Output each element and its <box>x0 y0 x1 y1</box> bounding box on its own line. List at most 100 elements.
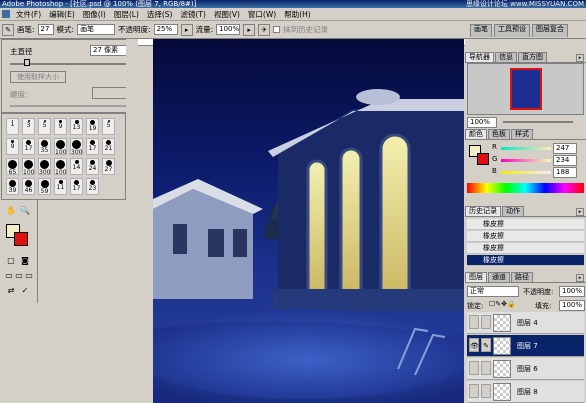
red-field[interactable]: 247 <box>553 143 577 154</box>
brush-preset[interactable]: 23 <box>86 178 99 195</box>
screen-mode-standard-icon[interactable]: ▭ <box>4 271 14 281</box>
brush-preset[interactable]: 59 <box>38 178 51 195</box>
brush-preset[interactable]: 9 <box>6 138 19 155</box>
brush-preset[interactable]: 1 <box>6 118 19 135</box>
menu-image[interactable]: 图像(I) <box>79 8 110 21</box>
jump-to-imageready-icon[interactable]: ⇄ <box>6 286 16 296</box>
menu-file[interactable]: 文件(F) <box>12 8 45 21</box>
red-slider[interactable] <box>501 147 551 150</box>
tab-actions[interactable]: 动作 <box>502 206 524 216</box>
brush-preset[interactable]: 300 <box>38 158 51 176</box>
flow-field[interactable]: 100% <box>216 24 241 35</box>
eraser-tool-icon[interactable]: ✎ <box>2 23 14 36</box>
brush-preset[interactable]: 14 <box>70 158 83 175</box>
blue-slider[interactable] <box>501 171 551 174</box>
layer-row[interactable]: 图层 8 <box>467 381 584 403</box>
layer-visibility-toggle[interactable] <box>469 361 479 375</box>
navigator-menu-icon[interactable]: ▸ <box>576 54 584 62</box>
screen-mode-full-icon[interactable]: ▭ <box>24 271 34 281</box>
brush-size-picker[interactable]: 27 <box>37 24 54 35</box>
menu-window[interactable]: 窗口(W) <box>244 8 280 21</box>
tab-swatches[interactable]: 色板 <box>488 129 510 139</box>
navigator-preview-area[interactable] <box>467 63 584 115</box>
layers-menu-icon[interactable]: ▸ <box>576 274 584 282</box>
history-item[interactable]: 橡皮擦 <box>467 231 584 242</box>
brush-preset[interactable]: 5 <box>38 118 51 135</box>
tab-histogram[interactable]: 直方图 <box>518 52 547 62</box>
brush-preset[interactable]: 100 <box>22 158 35 176</box>
navigator-thumbnail[interactable] <box>510 68 542 110</box>
brush-preset[interactable]: 300 <box>70 138 83 156</box>
brush-preset[interactable]: 46 <box>22 178 35 195</box>
layer-row[interactable]: 图层 4 <box>467 312 584 334</box>
brush-preset[interactable]: 9 <box>54 118 67 135</box>
brush-preset[interactable]: 3 <box>22 118 35 135</box>
menu-help[interactable]: 帮助(H) <box>280 8 315 21</box>
tab-info[interactable]: 信息 <box>495 52 517 62</box>
green-field[interactable]: 234 <box>553 155 577 166</box>
brush-preset[interactable]: 13 <box>70 118 83 135</box>
tab-tool-presets[interactable]: 工具预设 <box>494 24 530 37</box>
navigator-zoom-slider[interactable] <box>503 121 573 123</box>
check-icon[interactable]: ✓ <box>20 286 30 296</box>
opacity-field[interactable]: 25% <box>153 24 178 35</box>
brush-preset[interactable]: 5 <box>102 118 115 135</box>
history-erase-checkbox[interactable] <box>273 26 281 33</box>
tab-paths[interactable]: 路径 <box>511 272 533 282</box>
tab-layers[interactable]: 图层 <box>465 272 487 282</box>
diameter-slider-thumb[interactable] <box>24 59 30 66</box>
menu-edit[interactable]: 编辑(E) <box>45 8 79 21</box>
tab-history[interactable]: 历史记录 <box>465 206 501 216</box>
layer-row[interactable]: 图层 6 <box>467 358 584 380</box>
layer-visibility-toggle[interactable] <box>469 315 479 329</box>
brush-preset[interactable]: 39 <box>6 178 19 195</box>
brush-preset[interactable]: 100 <box>54 158 67 176</box>
menu-layer[interactable]: 图层(L) <box>110 8 143 21</box>
layer-link-toggle[interactable] <box>481 361 491 375</box>
mode-select[interactable]: 画笔 <box>77 24 116 35</box>
color-bg-swatch[interactable] <box>477 153 489 165</box>
brush-preset[interactable]: 11 <box>54 178 67 195</box>
layer-visibility-toggle[interactable] <box>469 384 479 398</box>
quick-mask-icon[interactable]: ◙ <box>20 256 30 266</box>
history-menu-icon[interactable]: ▸ <box>576 208 584 216</box>
green-slider[interactable] <box>501 159 551 162</box>
tab-channels[interactable]: 通道 <box>488 272 510 282</box>
brush-preset[interactable]: 35 <box>38 138 51 155</box>
tab-color[interactable]: 颜色 <box>465 129 487 139</box>
menu-view[interactable]: 视图(V) <box>210 8 244 21</box>
hand-tool-icon[interactable]: ✋ <box>6 206 16 216</box>
blend-mode-select[interactable]: 正常 <box>467 286 519 297</box>
brush-preset[interactable]: 17 <box>70 178 83 195</box>
brush-preset[interactable]: 24 <box>86 158 99 175</box>
navigator-zoom-field[interactable]: 100% <box>467 117 497 128</box>
tab-navigator[interactable]: 导航器 <box>465 52 494 62</box>
history-item[interactable]: 橡皮擦 <box>467 243 584 254</box>
document-canvas[interactable] <box>153 39 464 403</box>
lock-icons[interactable]: ☐✎✥🔒 <box>489 300 516 308</box>
flow-dropdown-icon[interactable]: ▸ <box>243 23 256 36</box>
menu-select[interactable]: 选择(S) <box>143 8 177 21</box>
airbrush-icon[interactable]: ✈ <box>258 23 271 36</box>
brush-icon[interactable]: ✎ <box>481 338 491 352</box>
history-item-active[interactable]: 橡皮擦 <box>467 255 584 266</box>
history-item[interactable]: 橡皮擦 <box>467 219 584 230</box>
brush-preset[interactable]: 100 <box>54 138 67 156</box>
menu-filter[interactable]: 滤镜(T) <box>177 8 210 21</box>
layer-link-toggle[interactable] <box>481 315 491 329</box>
layer-row-active[interactable]: 👁 ✎ 图层 7 <box>467 335 584 357</box>
color-spectrum-bar[interactable] <box>467 183 584 193</box>
hardness-slider-track[interactable] <box>10 105 130 107</box>
brush-preset[interactable]: 17 <box>86 138 99 155</box>
brush-preset[interactable]: 19 <box>86 118 99 135</box>
fill-field[interactable]: 100% <box>559 300 585 311</box>
tab-layer-comps[interactable]: 图层复合 <box>532 24 568 37</box>
zoom-tool-icon[interactable]: 🔍 <box>20 206 30 216</box>
eye-icon[interactable]: 👁 <box>469 338 479 352</box>
tab-styles[interactable]: 样式 <box>511 129 533 139</box>
hardness-field[interactable] <box>92 87 128 99</box>
layer-link-toggle[interactable] <box>481 384 491 398</box>
blue-field[interactable]: 188 <box>553 167 577 178</box>
opacity-dropdown-icon[interactable]: ▸ <box>180 23 193 36</box>
screen-mode-full-menu-icon[interactable]: ▭ <box>14 271 24 281</box>
